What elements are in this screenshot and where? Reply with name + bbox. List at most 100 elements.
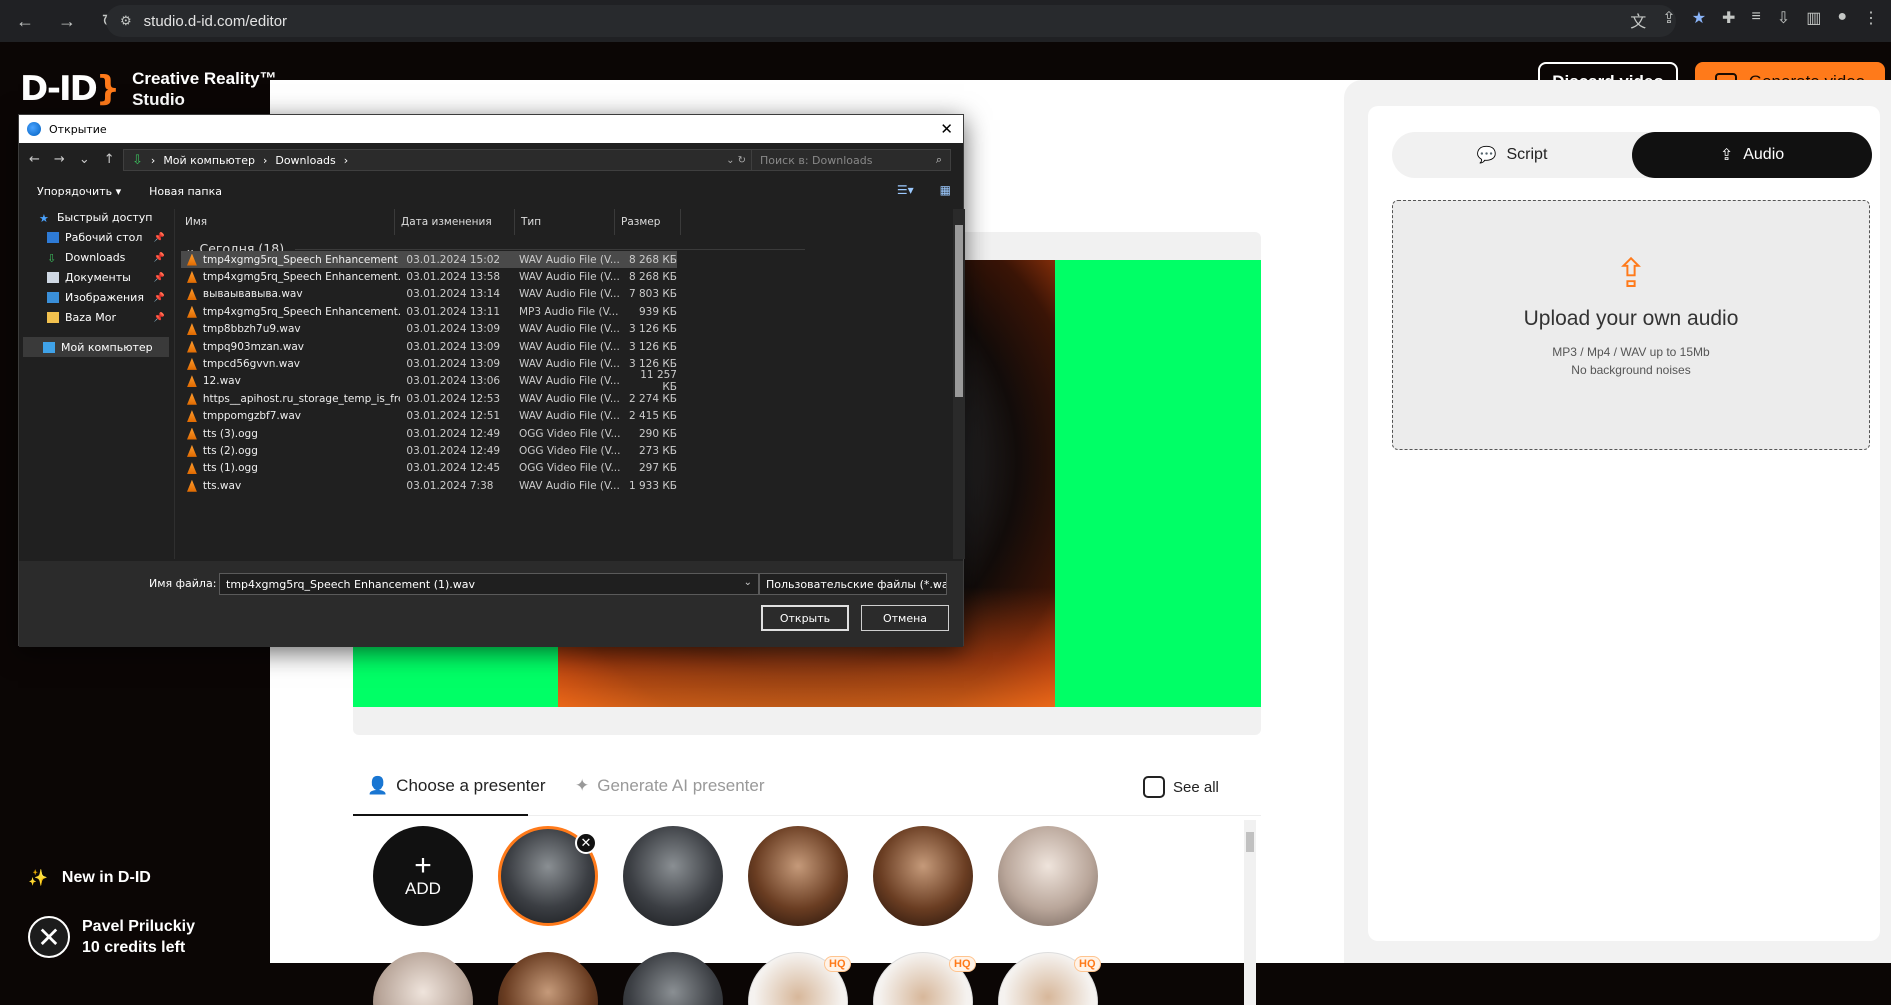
back-icon[interactable]: ←	[14, 11, 36, 32]
presenter-thumbnail[interactable]	[748, 826, 848, 926]
forward-icon[interactable]: →	[54, 152, 65, 167]
file-row[interactable]: tmpq903mzan.wav 03.01.2024 13:09 WAV Audio…	[181, 338, 677, 355]
file-row[interactable]: tmppomgzbf7.wav 03.01.2024 12:51 WAV Audio…	[181, 408, 677, 425]
file-row[interactable]: tts (2).ogg 03.01.2024 12:49 OGG Video Fil…	[181, 442, 677, 459]
file-row[interactable]: tts (1).ogg 03.01.2024 12:45 OGG Video Fil…	[181, 460, 677, 477]
site-settings-icon[interactable]: ⚙	[120, 13, 132, 29]
file-type-select[interactable]: Пользовательские файлы (*.wav ⌄	[759, 573, 947, 595]
translate-icon[interactable]: 文	[1630, 8, 1646, 32]
tab-audio[interactable]: ⇪ Audio	[1632, 132, 1872, 178]
logo[interactable]: D-ID} Creative Reality™ Studio	[20, 68, 277, 110]
menu-icon[interactable]: ⋮	[1863, 8, 1879, 32]
desktop-icon	[47, 232, 59, 243]
breadcrumb-item-downloads[interactable]: Downloads	[275, 154, 335, 167]
view-options-icon[interactable]: ☰▾	[897, 183, 914, 197]
file-row[interactable]: вываывавыва.wav 03.01.2024 13:14 WAV Audio…	[181, 286, 677, 303]
url-text: studio.d-id.com/editor	[143, 12, 288, 30]
reading-list-icon[interactable]: ≡	[1751, 8, 1760, 32]
nav-item-desktop[interactable]: Рабочий стол 📌	[47, 231, 167, 244]
file-row[interactable]: tts.wav 03.01.2024 7:38 WAV Audio File (V.…	[181, 477, 677, 494]
file-row[interactable]: tmp4xgmg5rq_Speech Enhancement.mp3 03.01.…	[181, 303, 677, 320]
presenter-thumbnail[interactable]	[873, 826, 973, 926]
side-panel-icon[interactable]: ▥	[1806, 8, 1821, 32]
upload-small-icon: ⇪	[1719, 147, 1734, 164]
chevron-down-icon[interactable]: ⌄	[744, 577, 752, 588]
new-in-d-id-link[interactable]: ✨ New in D-ID	[28, 868, 151, 888]
back-icon[interactable]: ←	[29, 152, 40, 167]
user-account[interactable]: ✕ Pavel Priluckiy 10 credits left	[28, 916, 248, 958]
breadcrumb[interactable]: ⇩ › Мой компьютер › Downloads › ⌄ ↻	[123, 149, 755, 171]
file-size: 939 КБ	[638, 305, 677, 318]
nav-item-label: Документы	[65, 271, 131, 284]
column-size[interactable]: Размер	[615, 209, 681, 235]
tab-script[interactable]: 💬 Script	[1392, 132, 1632, 178]
file-name: tmppomgzbf7.wav	[202, 410, 301, 423]
file-row[interactable]: 12.wav 03.01.2024 13:06 WAV Audio File (V.…	[181, 369, 677, 393]
file-name: tmp8bbzh7u9.wav	[202, 323, 301, 336]
file-date: 03.01.2024 13:06	[406, 375, 501, 388]
presenter-thumbnail[interactable]	[998, 826, 1098, 926]
see-all-button[interactable]: See all	[1143, 776, 1219, 798]
presenter-thumbnail[interactable]	[623, 826, 723, 926]
close-icon[interactable]: ✕	[940, 120, 953, 138]
logo-line-1: Creative Reality™	[132, 69, 277, 88]
person-icon: 👤	[367, 776, 389, 795]
breadcrumb-item-computer[interactable]: Мой компьютер	[163, 154, 255, 167]
presenter-scrollbar[interactable]	[1244, 820, 1256, 1005]
column-date[interactable]: Дата изменения	[395, 209, 515, 235]
nav-item-pictures[interactable]: Изображения 📌	[47, 291, 167, 304]
downloads-icon[interactable]: ⇩	[1777, 8, 1790, 32]
filename-input[interactable]: tmp4xgmg5rq_Speech Enhancement (1).wav ⌄	[219, 573, 759, 595]
organize-button[interactable]: Упорядочить ▾	[37, 185, 121, 198]
nav-item-quick-access[interactable]: ★ Быстрый доступ	[39, 211, 167, 225]
chevron-down-icon[interactable]: ⌄	[932, 577, 940, 588]
audio-upload-dropzone[interactable]: ⇪ Upload your own audio MP3 / Mp4 / WAV …	[1392, 200, 1870, 450]
file-size: 3 126 КБ	[628, 340, 677, 353]
scrollbar-thumb[interactable]	[955, 225, 963, 397]
bookmark-star-icon[interactable]: ★	[1692, 8, 1706, 32]
open-button[interactable]: Открыть	[761, 605, 849, 631]
nav-item-downloads[interactable]: ⇩ Downloads 📌	[47, 251, 167, 265]
tab-choose-presenter[interactable]: 👤 Choose a presenter	[367, 776, 546, 796]
file-row[interactable]: tts (3).ogg 03.01.2024 12:49 OGG Video Fil…	[181, 425, 677, 442]
preview-pane-icon[interactable]: ▦	[940, 183, 951, 197]
cancel-button[interactable]: Отмена	[861, 605, 949, 631]
nav-item-label: Baza Mor	[65, 311, 117, 324]
add-presenter-button[interactable]: + ADD	[373, 826, 473, 926]
profile-icon[interactable]: ●	[1837, 8, 1847, 32]
address-bar[interactable]: ⚙ studio.d-id.com/editor	[106, 5, 1676, 37]
file-row[interactable]: tmpcd56gvvn.wav 03.01.2024 13:09 WAV Audio…	[181, 355, 677, 372]
scrollbar-thumb[interactable]	[1246, 832, 1254, 852]
column-name[interactable]: Имя	[179, 209, 395, 235]
presenter-tabs: 👤 Choose a presenter ✦ Generate AI prese…	[353, 760, 1261, 816]
forward-icon[interactable]: →	[56, 11, 78, 32]
file-row[interactable]: https__apihost.ru_storage_temp_is_free_.…	[181, 390, 677, 407]
file-name: 12.wav	[202, 375, 241, 388]
new-folder-button[interactable]: Новая папка	[149, 185, 222, 198]
recent-chevron-icon[interactable]: ⌄	[79, 152, 90, 167]
refresh-icon[interactable]: ⌄ ↻	[726, 155, 746, 166]
nav-item-baza-mor[interactable]: Baza Mor 📌	[47, 311, 167, 324]
tab-choose-label: Choose a presenter	[396, 776, 546, 795]
nav-item-documents[interactable]: Документы 📌	[47, 271, 167, 284]
search-input[interactable]: Поиск в: Downloads ⌕	[751, 149, 951, 171]
remove-presenter-icon[interactable]: ✕	[575, 832, 597, 854]
file-size: 7 803 КБ	[628, 288, 677, 301]
file-row[interactable]: tmp4xgmg5rq_Speech Enhancement (1).... 03…	[181, 251, 677, 268]
file-type: WAV Audio File (V...	[518, 288, 620, 301]
file-type: WAV Audio File (V...	[518, 323, 620, 336]
file-type: OGG Video File (V...	[518, 462, 621, 475]
extensions-icon[interactable]: ✚	[1722, 8, 1735, 32]
file-list-scrollbar[interactable]	[953, 209, 965, 559]
file-type: MP3 Audio File (V...	[518, 305, 619, 318]
see-all-label: See all	[1173, 778, 1219, 796]
column-type[interactable]: Тип	[515, 209, 615, 235]
nav-item-my-computer[interactable]: Мой компьютер	[23, 337, 169, 357]
file-date: 03.01.2024 12:49	[406, 444, 501, 457]
tab-generate-ai-presenter[interactable]: ✦ Generate AI presenter	[575, 776, 765, 796]
file-row[interactable]: tmp4xgmg5rq_Speech Enhancement.wav 03.01.…	[181, 268, 677, 285]
file-row[interactable]: tmp8bbzh7u9.wav 03.01.2024 13:09 WAV Audio…	[181, 321, 677, 338]
up-icon[interactable]: ↑	[104, 152, 115, 167]
user-name: Pavel Priluckiy	[82, 918, 195, 935]
share-icon[interactable]: ⇪	[1662, 8, 1675, 32]
